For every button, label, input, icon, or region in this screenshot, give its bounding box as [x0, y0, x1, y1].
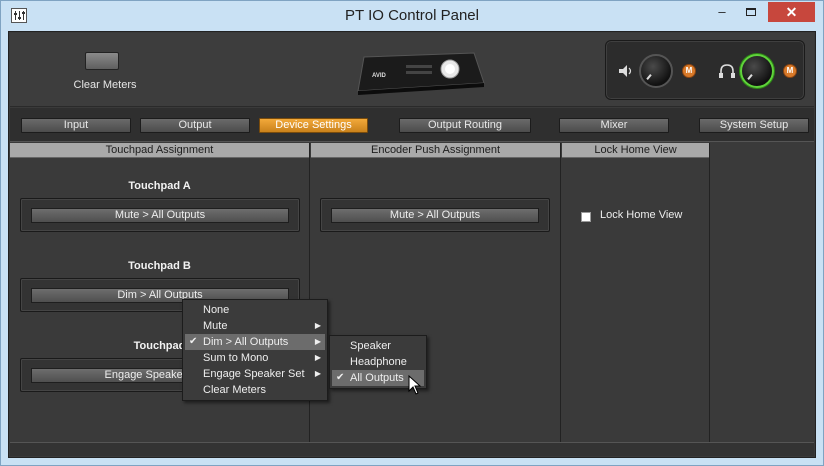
submenu-item-label: Speaker	[350, 340, 391, 352]
submenu-arrow-icon: ▶	[314, 337, 321, 346]
header-band: Clear Meters AVID M M	[10, 33, 814, 107]
touchpad-a-dropdown[interactable]: Mute > All Outputs	[31, 208, 289, 223]
submenu-item-speaker[interactable]: Speaker	[332, 338, 424, 354]
tab-output-routing[interactable]: Output Routing	[399, 118, 531, 133]
assignment-context-menu: None Mute ▶ ✔ Dim > All Outputs ▶ Sum to…	[182, 299, 328, 401]
menu-item-sum-to-mono[interactable]: Sum to Mono ▶	[185, 350, 325, 366]
device-image: AVID	[357, 52, 485, 95]
status-bar	[10, 442, 814, 456]
submenu-arrow-icon: ▶	[314, 369, 321, 378]
app-window: PT IO Control Panel – ✕ Clear Meters AVI…	[0, 0, 824, 466]
submenu-arrow-icon: ▶	[314, 321, 321, 330]
monitor-controls: M M	[605, 40, 805, 100]
lock-home-view-header: Lock Home View	[562, 143, 709, 158]
lock-home-view-panel: Lock Home View Lock Home View	[562, 143, 710, 442]
encoder-push-dropdown[interactable]: Mute > All Outputs	[331, 208, 539, 223]
clear-meters-label: Clear Meters	[73, 79, 137, 91]
touchpad-a-group: Mute > All Outputs	[20, 198, 300, 232]
menu-item-none[interactable]: None	[185, 302, 325, 318]
headphone-icon	[719, 64, 735, 78]
menu-item-clear-meters[interactable]: Clear Meters	[185, 382, 325, 398]
tab-input[interactable]: Input	[21, 118, 131, 133]
tab-output[interactable]: Output	[140, 118, 250, 133]
menu-item-label: Mute	[203, 320, 228, 332]
touchpad-a-label: Touchpad A	[128, 180, 191, 192]
clear-meters-button[interactable]	[85, 52, 119, 70]
encoder-push-panel: Encoder Push Assignment Mute > All Outpu…	[311, 143, 561, 442]
close-button[interactable]: ✕	[768, 2, 815, 22]
touchpad-assignment-header: Touchpad Assignment	[10, 143, 309, 158]
lock-home-view-label[interactable]: Lock Home View	[600, 209, 682, 221]
menu-item-label: Sum to Mono	[203, 352, 269, 364]
encoder-push-group: Mute > All Outputs	[320, 198, 550, 232]
maximize-button[interactable]	[738, 2, 764, 22]
window-title: PT IO Control Panel	[345, 7, 479, 24]
lock-home-view-checkbox[interactable]	[581, 212, 591, 222]
encoder-push-header: Encoder Push Assignment	[311, 143, 560, 158]
submenu-arrow-icon: ▶	[314, 353, 321, 362]
menu-item-label: Clear Meters	[203, 384, 266, 396]
touchpad-b-label: Touchpad B	[128, 260, 191, 272]
tab-mixer[interactable]: Mixer	[559, 118, 669, 133]
menu-item-dim[interactable]: ✔ Dim > All Outputs ▶	[185, 334, 325, 350]
menu-item-label: Engage Speaker Set	[203, 368, 305, 380]
headphone-mute-button[interactable]: M	[783, 64, 797, 78]
tab-device-settings[interactable]: Device Settings	[259, 118, 368, 133]
submenu-item-headphone[interactable]: Headphone	[332, 354, 424, 370]
submenu-item-label: All Outputs	[350, 372, 404, 384]
device-logo: AVID	[372, 73, 387, 79]
menu-item-label: Dim > All Outputs	[203, 336, 289, 348]
menu-item-label: None	[203, 304, 230, 316]
speaker-volume-knob[interactable]	[639, 54, 673, 88]
menu-item-mute[interactable]: Mute ▶	[185, 318, 325, 334]
empty-panel	[711, 143, 815, 442]
check-icon: ✔	[336, 372, 345, 383]
maximize-icon	[746, 8, 756, 16]
check-icon: ✔	[189, 336, 198, 347]
submenu-item-label: Headphone	[350, 356, 407, 368]
speaker-mute-button[interactable]: M	[682, 64, 696, 78]
tab-system-setup[interactable]: System Setup	[699, 118, 809, 133]
tab-bar: Input Output Device Settings Output Rout…	[10, 108, 814, 142]
menu-item-engage-speaker-set[interactable]: Engage Speaker Set ▶	[185, 366, 325, 382]
mouse-cursor-icon	[408, 375, 422, 395]
title-bar[interactable]: PT IO Control Panel – ✕	[1, 1, 823, 31]
minimize-button[interactable]: –	[709, 2, 735, 22]
speaker-icon	[619, 65, 632, 77]
headphone-volume-knob[interactable]	[740, 54, 774, 88]
